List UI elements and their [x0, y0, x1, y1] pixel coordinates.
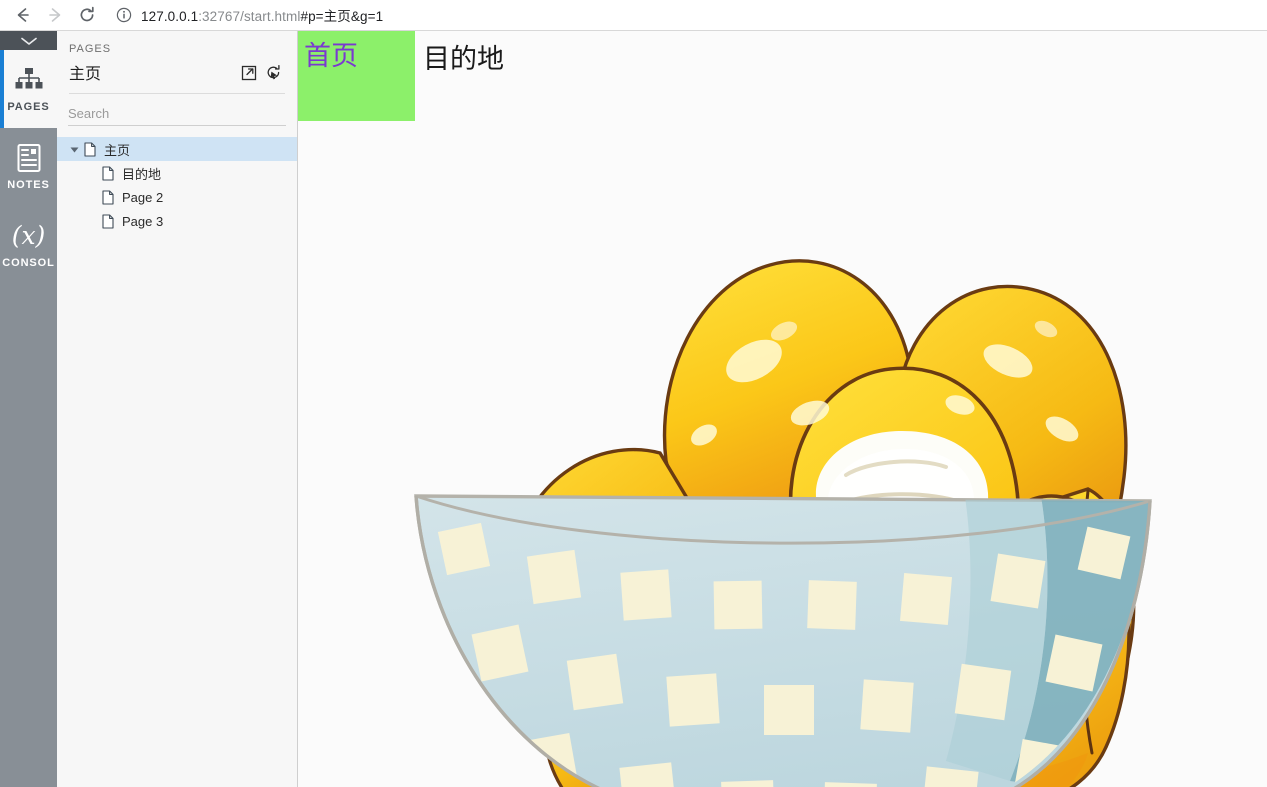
tree-row-label: 目的地	[122, 166, 162, 182]
sidebar-item-pages[interactable]: PAGES	[0, 50, 57, 128]
sidebar-item-notes[interactable]: NOTES	[0, 128, 57, 206]
food-illustration	[398, 161, 1158, 787]
external-link-icon	[241, 65, 256, 80]
document-icon	[99, 165, 117, 181]
pages-panel-kicker: PAGES	[69, 43, 112, 55]
url-port-path: :32767/start.html	[198, 9, 301, 24]
refresh-cursor-icon	[267, 64, 280, 79]
content-area: 首页 目的地	[298, 31, 1267, 787]
tree-row-label: 主页	[104, 142, 131, 158]
sitemap-icon	[12, 65, 46, 95]
pages-panel-title-row: 主页	[69, 60, 285, 84]
document-icon	[99, 189, 117, 205]
tree-row-home[interactable]: 主页	[57, 137, 297, 161]
app-shell: PAGES NOTES (x) CONSOL PAGES 主页 Search 主…	[0, 31, 1267, 787]
document-icon	[99, 213, 117, 229]
sidebar-item-console[interactable]: (x) CONSOL	[0, 206, 57, 284]
pages-panel-title: 主页	[69, 66, 102, 83]
twisty-down-icon[interactable]	[67, 142, 81, 156]
url-text[interactable]: 127.0.0.1:32767/start.html#p=主页&g=1	[141, 5, 383, 25]
pages-panel: PAGES 主页 Search 主页 目的地 Page 2 Page 3	[57, 31, 298, 787]
bread-in-bowl-image	[414, 259, 1152, 787]
reload-button[interactable]	[71, 0, 103, 31]
forward-button[interactable]	[39, 0, 71, 31]
page-tree: 主页 目的地 Page 2 Page 3	[57, 137, 297, 233]
tree-row-page-3[interactable]: Page 3	[57, 209, 297, 233]
browser-toolbar: 127.0.0.1:32767/start.html#p=主页&g=1	[0, 0, 1267, 31]
tree-row-destination[interactable]: 目的地	[57, 161, 297, 185]
address-bar[interactable]: 127.0.0.1:32767/start.html#p=主页&g=1	[109, 2, 1257, 28]
console-icon: (x)	[11, 221, 46, 250]
home-link-highlight-block: 首页	[298, 31, 415, 121]
search-wrap	[57, 94, 297, 126]
page-title: 目的地	[423, 44, 504, 74]
url-fragment: #p=主页&g=1	[300, 9, 384, 24]
rail-collapse-button[interactable]	[0, 31, 57, 50]
tree-row-page-2[interactable]: Page 2	[57, 185, 297, 209]
search-input[interactable]	[68, 102, 286, 126]
sidebar-item-notes-label: NOTES	[7, 179, 50, 191]
site-info-icon[interactable]	[115, 6, 133, 24]
document-icon	[81, 141, 99, 157]
tree-row-label: Page 2	[122, 189, 164, 205]
chevron-down-icon	[20, 37, 37, 45]
forward-arrow-icon	[49, 8, 61, 22]
sidebar-item-console-label: CONSOL	[2, 257, 55, 269]
pages-panel-header: PAGES 主页	[57, 31, 297, 94]
reload-icon	[80, 6, 94, 22]
open-external-button[interactable]	[237, 61, 261, 83]
icon-rail: PAGES NOTES (x) CONSOL	[0, 31, 57, 787]
sidebar-item-pages-label: PAGES	[7, 101, 50, 113]
tree-row-label: Page 3	[122, 213, 164, 229]
refresh-button[interactable]	[261, 61, 285, 83]
back-arrow-icon	[17, 8, 29, 22]
content-header: 首页 目的地	[298, 31, 1267, 121]
back-button[interactable]	[7, 0, 39, 31]
notes-icon	[12, 143, 46, 173]
home-link[interactable]: 首页	[298, 31, 415, 73]
url-host: 127.0.0.1	[141, 9, 199, 24]
